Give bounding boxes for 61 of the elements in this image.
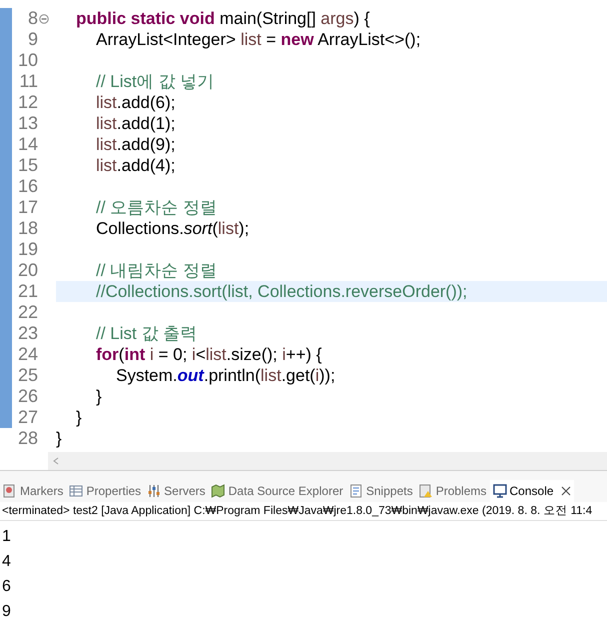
table-icon [69, 484, 84, 498]
code-line: list.add(6); [95, 93, 176, 112]
line-number: 19 [16, 239, 38, 260]
line-number: 17 [16, 197, 38, 218]
line-number: 13 [16, 113, 38, 134]
code-line: for(int i = 0; i<list.size(); i++) { [95, 345, 322, 364]
close-icon[interactable] [560, 486, 571, 496]
line-number: 26 [16, 386, 38, 407]
line-number: 11 [18, 71, 38, 92]
line-number: 8 [26, 8, 38, 29]
line-number: 14 [16, 134, 38, 155]
code-line: } [56, 429, 62, 448]
view-tab[interactable]: Problems [416, 480, 490, 502]
line-number: 23 [16, 323, 38, 344]
panel-sash[interactable] [0, 470, 607, 480]
monitor-icon [492, 484, 507, 498]
code-line: list.add(1); [95, 114, 176, 133]
code-line: //Collections.sort(list, Collections.reverseOrder()); [95, 282, 468, 301]
document-icon [349, 484, 364, 498]
code-line: // 내림차순 정렬 [95, 261, 217, 280]
code-line: // List 값 출력 [95, 324, 198, 343]
view-tab[interactable]: Markers [0, 480, 66, 502]
line-number: 21 [16, 281, 38, 302]
code-line: list.add(9); [95, 135, 176, 154]
line-number: 15 [16, 155, 38, 176]
view-tab[interactable]: Data Source Explorer [208, 480, 346, 502]
line-number: 16 [16, 176, 38, 197]
sliders-icon [147, 484, 162, 498]
code-line: Collections.sort(list); [95, 219, 250, 238]
view-tab[interactable]: Snippets [346, 480, 416, 502]
console-output: 4 [1, 552, 11, 572]
line-number: 10 [16, 50, 38, 71]
marker-icon [3, 484, 17, 498]
code-line: // 오름차순 정렬 [95, 198, 217, 217]
map-icon [211, 484, 226, 498]
code-line: } [95, 387, 102, 406]
console-output: 9 [1, 602, 11, 622]
line-number: 12 [16, 92, 38, 113]
line-number: 27 [16, 407, 38, 428]
console-header: <terminated> test2 [Java Application] C:₩Program Files₩Java₩jre1.8.0_73₩bin₩javaw.exe (2019. 8. 8. 오전 11:4 [0, 502, 607, 521]
line-number: 28 [16, 428, 38, 449]
code-line: public static void main(String[] args) { [75, 9, 370, 28]
line-number: 25 [16, 365, 38, 386]
line-number: 18 [16, 218, 38, 239]
console-output: 1 [1, 527, 11, 547]
collapse-icon[interactable] [39, 14, 49, 24]
line-number: 24 [16, 344, 38, 365]
view-tab[interactable]: Console [490, 480, 574, 502]
line-number: 9 [26, 29, 38, 50]
horizontal-scrollbar[interactable] [48, 452, 607, 470]
code-line: System.out.println(list.get(i)); [115, 366, 336, 385]
line-number: 22 [16, 302, 38, 323]
code-line: // List에 값 넣기 [95, 72, 214, 91]
code-line: ArrayList<Integer> list = new ArrayList<>(); [95, 30, 421, 49]
code-line: list.add(4); [95, 156, 176, 175]
view-tab[interactable]: Servers [144, 480, 208, 502]
code-line: } [75, 408, 82, 427]
console-output: 6 [1, 577, 11, 597]
warning-icon [418, 484, 433, 498]
view-tab[interactable]: Properties [66, 480, 144, 502]
line-number: 20 [16, 260, 38, 281]
